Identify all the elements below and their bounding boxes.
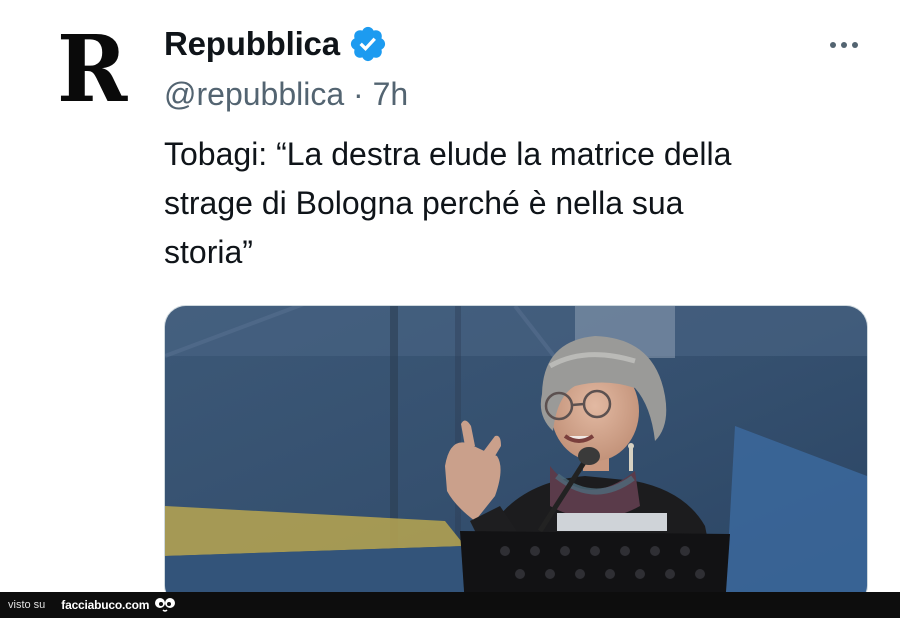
author-name-row: Repubblica [164, 24, 388, 64]
meta-separator: · [344, 76, 373, 112]
avatar-logo-letter: R [56, 15, 128, 123]
more-dot [841, 42, 847, 48]
tweet-media-photo[interactable] [164, 305, 868, 607]
footer-prefix: visto su [8, 599, 46, 611]
tweet-timestamp[interactable]: 7h [373, 76, 409, 112]
watermark-footer: visto su facciabuco.com [0, 592, 900, 618]
author-display-name[interactable]: Repubblica [164, 25, 340, 63]
account-avatar[interactable]: R [42, 20, 142, 120]
footer-site-name: facciabuco.com [61, 598, 150, 612]
tweet-text: Tobagi: “La destra elude la matrice dell… [164, 136, 732, 270]
author-handle[interactable]: @repubblica [164, 76, 344, 112]
more-dot [830, 42, 836, 48]
verified-badge-icon [350, 26, 385, 62]
more-dot [852, 42, 858, 48]
author-meta-row: @repubblica · 7h [164, 76, 408, 113]
photo-speaker-at-podium [165, 306, 867, 606]
more-options-icon[interactable] [820, 32, 868, 58]
eyes-logo-icon [155, 598, 176, 612]
